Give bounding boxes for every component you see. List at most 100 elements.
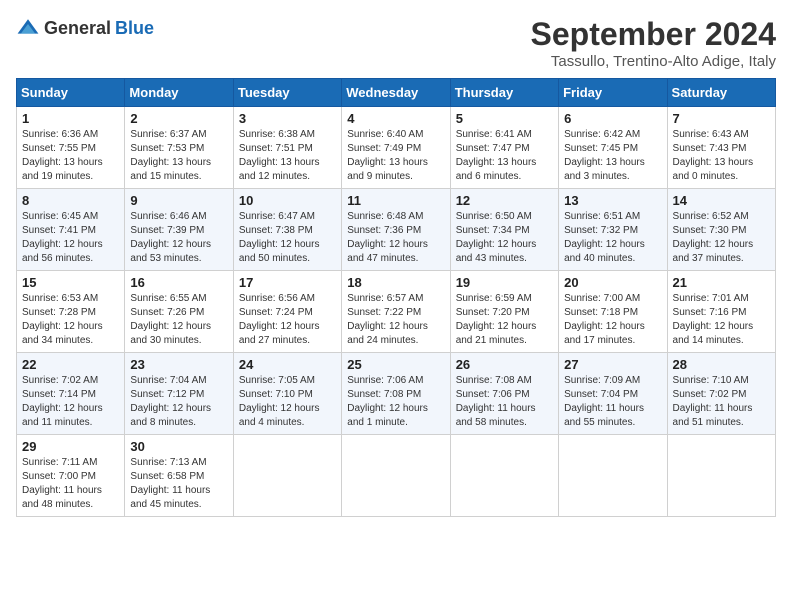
- day-number: 25: [347, 357, 444, 372]
- header: GeneralBlue September 2024 Tassullo, Tre…: [16, 16, 776, 70]
- cell-sun-info: Sunrise: 6:42 AMSunset: 7:45 PMDaylight:…: [564, 128, 661, 184]
- cell-sun-info: Sunrise: 6:52 AMSunset: 7:30 PMDaylight:…: [673, 210, 770, 266]
- day-number: 14: [673, 193, 770, 208]
- title-area: September 2024 Tassullo, Trentino-Alto A…: [531, 16, 776, 70]
- calendar-cell: 24 Sunrise: 7:05 AMSunset: 7:10 PMDayligh…: [233, 353, 341, 435]
- cell-sun-info: Sunrise: 6:45 AMSunset: 7:41 PMDaylight:…: [22, 210, 119, 266]
- calendar-cell: 17 Sunrise: 6:56 AMSunset: 7:24 PMDayligh…: [233, 271, 341, 353]
- cell-sun-info: Sunrise: 7:10 AMSunset: 7:02 PMDaylight:…: [673, 374, 770, 430]
- cell-sun-info: Sunrise: 6:41 AMSunset: 7:47 PMDaylight:…: [456, 128, 553, 184]
- cell-sun-info: Sunrise: 7:11 AMSunset: 7:00 PMDaylight:…: [22, 456, 119, 512]
- header-day-tuesday: Tuesday: [233, 79, 341, 107]
- calendar-cell: [233, 435, 341, 517]
- header-day-friday: Friday: [559, 79, 667, 107]
- header-row: SundayMondayTuesdayWednesdayThursdayFrid…: [17, 79, 776, 107]
- day-number: 21: [673, 275, 770, 290]
- day-number: 17: [239, 275, 336, 290]
- day-number: 9: [130, 193, 227, 208]
- header-day-monday: Monday: [125, 79, 233, 107]
- calendar-cell: 12Sunrise: 6:50 AMSunset: 7:34 PMDayligh…: [450, 189, 558, 271]
- day-number: 3: [239, 111, 336, 126]
- cell-sun-info: Sunrise: 6:57 AMSunset: 7:22 PMDaylight:…: [347, 292, 444, 348]
- calendar-cell: 28 Sunrise: 7:10 AMSunset: 7:02 PMDayligh…: [667, 353, 775, 435]
- calendar-cell: 27Sunrise: 7:09 AMSunset: 7:04 PMDayligh…: [559, 353, 667, 435]
- cell-sun-info: Sunrise: 6:38 AMSunset: 7:51 PMDaylight:…: [239, 128, 336, 184]
- calendar-cell: 13 Sunrise: 6:51 AMSunset: 7:32 PMDayligh…: [559, 189, 667, 271]
- calendar-cell: 15 Sunrise: 6:53 AMSunset: 7:28 PMDayligh…: [17, 271, 125, 353]
- week-row-1: 1Sunrise: 6:36 AMSunset: 7:55 PMDaylight…: [17, 107, 776, 189]
- week-row-4: 22Sunrise: 7:02 AMSunset: 7:14 PMDayligh…: [17, 353, 776, 435]
- calendar-cell: 14 Sunrise: 6:52 AMSunset: 7:30 PMDayligh…: [667, 189, 775, 271]
- calendar-cell: 7 Sunrise: 6:43 AMSunset: 7:43 PMDaylight…: [667, 107, 775, 189]
- calendar-cell: 29 Sunrise: 7:11 AMSunset: 7:00 PMDayligh…: [17, 435, 125, 517]
- header-day-saturday: Saturday: [667, 79, 775, 107]
- day-number: 16: [130, 275, 227, 290]
- calendar-cell: 26Sunrise: 7:08 AMSunset: 7:06 PMDayligh…: [450, 353, 558, 435]
- day-number: 23: [130, 357, 227, 372]
- logo-icon: [16, 16, 40, 40]
- cell-sun-info: Sunrise: 7:01 AMSunset: 7:16 PMDaylight:…: [673, 292, 770, 348]
- day-number: 15: [22, 275, 119, 290]
- calendar-cell: 18 Sunrise: 6:57 AMSunset: 7:22 PMDayligh…: [342, 271, 450, 353]
- calendar-cell: 1Sunrise: 6:36 AMSunset: 7:55 PMDaylight…: [17, 107, 125, 189]
- cell-sun-info: Sunrise: 6:48 AMSunset: 7:36 PMDaylight:…: [347, 210, 444, 266]
- header-day-wednesday: Wednesday: [342, 79, 450, 107]
- header-day-sunday: Sunday: [17, 79, 125, 107]
- header-day-thursday: Thursday: [450, 79, 558, 107]
- day-number: 18: [347, 275, 444, 290]
- day-number: 10: [239, 193, 336, 208]
- day-number: 13: [564, 193, 661, 208]
- day-number: 8: [22, 193, 119, 208]
- cell-sun-info: Sunrise: 7:13 AMSunset: 6:58 PMDaylight:…: [130, 456, 227, 512]
- cell-sun-info: Sunrise: 6:51 AMSunset: 7:32 PMDaylight:…: [564, 210, 661, 266]
- week-row-3: 15 Sunrise: 6:53 AMSunset: 7:28 PMDayligh…: [17, 271, 776, 353]
- calendar-cell: 9 Sunrise: 6:46 AMSunset: 7:39 PMDaylight…: [125, 189, 233, 271]
- day-number: 29: [22, 439, 119, 454]
- cell-sun-info: Sunrise: 7:00 AMSunset: 7:18 PMDaylight:…: [564, 292, 661, 348]
- logo-text-general: General: [44, 18, 111, 39]
- day-number: 28: [673, 357, 770, 372]
- day-number: 2: [130, 111, 227, 126]
- calendar-cell: 4Sunrise: 6:40 AMSunset: 7:49 PMDaylight…: [342, 107, 450, 189]
- calendar-cell: 2 Sunrise: 6:37 AMSunset: 7:53 PMDaylight…: [125, 107, 233, 189]
- cell-sun-info: Sunrise: 6:46 AMSunset: 7:39 PMDaylight:…: [130, 210, 227, 266]
- calendar-cell: 22Sunrise: 7:02 AMSunset: 7:14 PMDayligh…: [17, 353, 125, 435]
- day-number: 12: [456, 193, 553, 208]
- cell-sun-info: Sunrise: 6:43 AMSunset: 7:43 PMDaylight:…: [673, 128, 770, 184]
- cell-sun-info: Sunrise: 7:08 AMSunset: 7:06 PMDaylight:…: [456, 374, 553, 430]
- day-number: 19: [456, 275, 553, 290]
- calendar-cell: [450, 435, 558, 517]
- day-number: 1: [22, 111, 119, 126]
- calendar-cell: 3 Sunrise: 6:38 AMSunset: 7:51 PMDaylight…: [233, 107, 341, 189]
- calendar-cell: [342, 435, 450, 517]
- day-number: 24: [239, 357, 336, 372]
- cell-sun-info: Sunrise: 6:55 AMSunset: 7:26 PMDaylight:…: [130, 292, 227, 348]
- cell-sun-info: Sunrise: 6:59 AMSunset: 7:20 PMDaylight:…: [456, 292, 553, 348]
- cell-sun-info: Sunrise: 7:02 AMSunset: 7:14 PMDaylight:…: [22, 374, 119, 430]
- day-number: 20: [564, 275, 661, 290]
- cell-sun-info: Sunrise: 6:47 AMSunset: 7:38 PMDaylight:…: [239, 210, 336, 266]
- calendar-cell: 11Sunrise: 6:48 AMSunset: 7:36 PMDayligh…: [342, 189, 450, 271]
- calendar-cell: 30 Sunrise: 7:13 AMSunset: 6:58 PMDayligh…: [125, 435, 233, 517]
- calendar-cell: 16 Sunrise: 6:55 AMSunset: 7:26 PMDayligh…: [125, 271, 233, 353]
- calendar-cell: 21 Sunrise: 7:01 AMSunset: 7:16 PMDayligh…: [667, 271, 775, 353]
- day-number: 6: [564, 111, 661, 126]
- day-number: 5: [456, 111, 553, 126]
- month-title: September 2024: [531, 16, 776, 53]
- cell-sun-info: Sunrise: 7:04 AMSunset: 7:12 PMDaylight:…: [130, 374, 227, 430]
- location-subtitle: Tassullo, Trentino-Alto Adige, Italy: [531, 53, 776, 70]
- calendar-cell: 25Sunrise: 7:06 AMSunset: 7:08 PMDayligh…: [342, 353, 450, 435]
- cell-sun-info: Sunrise: 6:53 AMSunset: 7:28 PMDaylight:…: [22, 292, 119, 348]
- calendar-cell: [559, 435, 667, 517]
- calendar-cell: 19 Sunrise: 6:59 AMSunset: 7:20 PMDayligh…: [450, 271, 558, 353]
- day-number: 30: [130, 439, 227, 454]
- day-number: 7: [673, 111, 770, 126]
- cell-sun-info: Sunrise: 6:56 AMSunset: 7:24 PMDaylight:…: [239, 292, 336, 348]
- calendar-table: SundayMondayTuesdayWednesdayThursdayFrid…: [16, 78, 776, 517]
- cell-sun-info: Sunrise: 6:37 AMSunset: 7:53 PMDaylight:…: [130, 128, 227, 184]
- logo: GeneralBlue: [16, 16, 154, 40]
- calendar-cell: 23 Sunrise: 7:04 AMSunset: 7:12 PMDayligh…: [125, 353, 233, 435]
- cell-sun-info: Sunrise: 7:05 AMSunset: 7:10 PMDaylight:…: [239, 374, 336, 430]
- calendar-cell: 5 Sunrise: 6:41 AMSunset: 7:47 PMDaylight…: [450, 107, 558, 189]
- calendar-cell: 10 Sunrise: 6:47 AMSunset: 7:38 PMDayligh…: [233, 189, 341, 271]
